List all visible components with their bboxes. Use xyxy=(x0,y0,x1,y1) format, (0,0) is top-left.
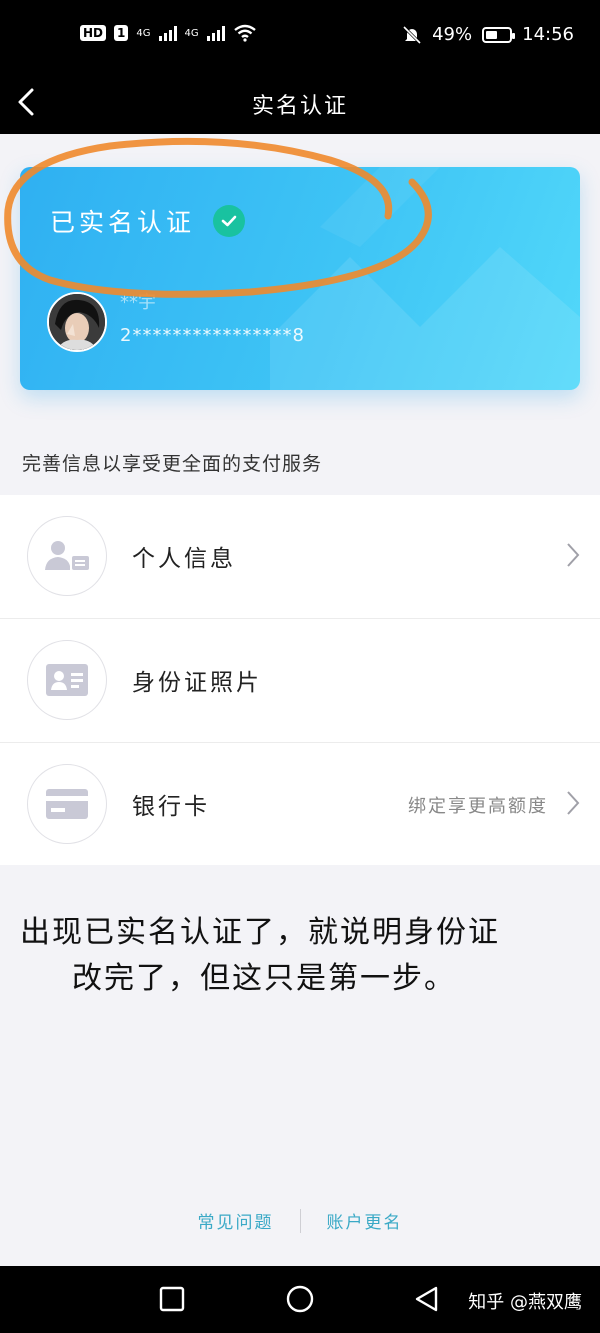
id-number: 2****************8 xyxy=(120,325,305,346)
annotation-note: 出现已实名认证了，就说明身份证 改完了，但这只是第一步。 xyxy=(20,910,580,1002)
info-list: 个人信息 身份证照片 银行卡 绑定享更高额度 xyxy=(0,495,600,865)
footer-divider xyxy=(299,1208,301,1233)
wifi-icon xyxy=(233,24,256,42)
footer-links: 常见问题 账户更名 xyxy=(0,1208,600,1233)
row-subtitle: 绑定享更高额度 xyxy=(408,796,548,817)
avatar xyxy=(47,292,107,352)
watermark: 知乎 @燕双鹰 xyxy=(468,1292,582,1313)
note-line-1: 出现已实名认证了，就说明身份证 xyxy=(20,915,500,950)
hint-text: 完善信息以享受更全面的支付服务 xyxy=(22,453,323,475)
faq-link[interactable]: 常见问题 xyxy=(198,1208,274,1233)
verified-status: 已实名认证 xyxy=(50,203,246,239)
note-line-2: 改完了，但这只是第一步。 xyxy=(72,961,456,996)
row-label: 身份证照片 xyxy=(132,670,262,696)
account-rename-link[interactable]: 账户更名 xyxy=(327,1208,403,1233)
row-label: 个人信息 xyxy=(132,546,236,572)
home-icon[interactable] xyxy=(285,1284,315,1314)
id-card-icon xyxy=(27,640,107,720)
row-label: 银行卡 xyxy=(132,794,210,820)
sim-badge: 1 xyxy=(114,25,129,41)
nav-bar: 实名认证 xyxy=(0,70,600,134)
system-nav-bar: 知乎 @燕双鹰 xyxy=(0,1266,600,1333)
verification-card: 已实名认证 **宇 2****************8 xyxy=(20,167,580,390)
back-nav-icon[interactable] xyxy=(412,1284,442,1314)
mute-bell-icon xyxy=(403,25,422,44)
list-item-id-photo[interactable]: 身份证照片 xyxy=(0,619,600,743)
signal-group: HD 1 4G 4G xyxy=(80,24,257,42)
signal-icon xyxy=(158,25,177,41)
bank-card-icon xyxy=(27,764,107,844)
page-title: 实名认证 xyxy=(251,94,348,119)
verified-label: 已实名认证 xyxy=(50,208,196,237)
network-type-1: 4G xyxy=(136,27,151,39)
card-decoration xyxy=(270,167,580,390)
user-name: **宇 xyxy=(120,292,156,313)
battery-percent: 49% xyxy=(432,24,473,45)
chevron-right-icon xyxy=(567,791,580,815)
battery-icon xyxy=(482,26,516,43)
signal-icon xyxy=(206,25,225,41)
check-icon xyxy=(213,205,246,237)
clock: 14:56 xyxy=(522,24,574,45)
status-bar: HD 1 4G 4G 49% 14:56 xyxy=(0,0,600,70)
recent-apps-icon[interactable] xyxy=(157,1284,187,1314)
hd-badge: HD xyxy=(80,25,107,41)
status-right: 49% 14:56 xyxy=(402,24,574,45)
chevron-right-icon xyxy=(567,543,580,567)
list-item-bank-card[interactable]: 银行卡 绑定享更高额度 xyxy=(0,743,600,865)
list-item-personal-info[interactable]: 个人信息 xyxy=(0,495,600,619)
user-card-icon xyxy=(27,516,107,596)
battery-level xyxy=(486,30,497,39)
network-type-2: 4G xyxy=(184,27,199,39)
